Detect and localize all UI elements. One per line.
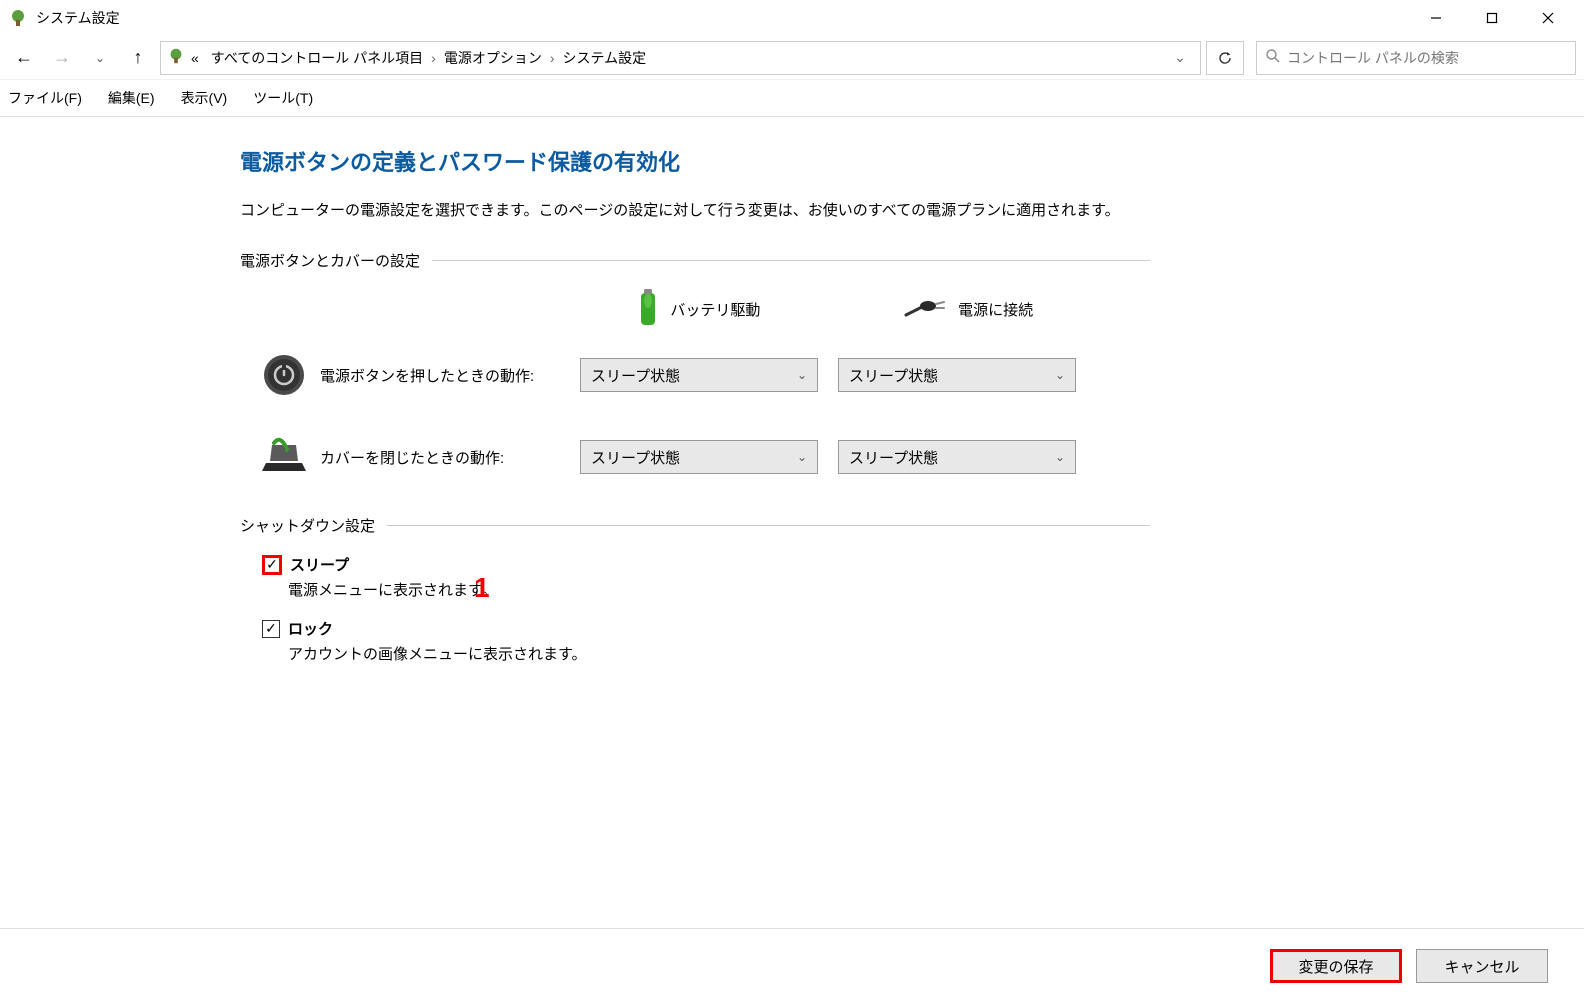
- breadcrumb-item[interactable]: システム設定: [557, 48, 653, 68]
- maximize-button[interactable]: [1464, 2, 1520, 34]
- close-lid-plugged-select[interactable]: スリープ状態 ⌄: [838, 440, 1076, 474]
- sleep-checkbox-label: スリープ: [290, 554, 349, 575]
- power-button-icon: [260, 351, 308, 399]
- app-icon: [8, 8, 28, 28]
- column-headers: バッテリ駆動 電源に接続: [240, 289, 1150, 329]
- chevron-right-icon: ›: [548, 50, 557, 66]
- select-value: スリープ状態: [849, 447, 938, 468]
- breadcrumb-item[interactable]: 電源オプション: [438, 48, 548, 68]
- back-button[interactable]: ←: [8, 42, 40, 74]
- minimize-button[interactable]: [1408, 2, 1464, 34]
- plug-icon: [904, 297, 948, 321]
- search-input[interactable]: [1287, 50, 1567, 66]
- search-icon: [1265, 48, 1281, 67]
- section-title: 電源ボタンとカバーの設定: [240, 250, 420, 271]
- page-description: コンピューターの電源設定を選択できます。このページの設定に対して行う変更は、お使…: [240, 197, 1140, 224]
- cancel-button[interactable]: キャンセル: [1416, 949, 1548, 983]
- breadcrumb-icon: [167, 47, 185, 68]
- divider: [387, 525, 1150, 526]
- refresh-button[interactable]: [1206, 41, 1244, 75]
- lock-checkbox-desc: アカウントの画像メニューに表示されます。: [288, 643, 1150, 664]
- select-value: スリープ状態: [591, 447, 680, 468]
- divider: [432, 260, 1150, 261]
- footer: 変更の保存 キャンセル: [0, 928, 1584, 1003]
- power-button-plugged-select[interactable]: スリープ状態 ⌄: [838, 358, 1076, 392]
- breadcrumb-dropdown[interactable]: ⌄: [1166, 49, 1194, 66]
- setting-row-power-button: 電源ボタンを押したときの動作: スリープ状態 ⌄ スリープ状態 ⌄: [260, 351, 1150, 399]
- window-title: システム設定: [36, 8, 1408, 28]
- content: 電源ボタンの定義とパスワード保護の有効化 コンピューターの電源設定を選択できます…: [0, 117, 1150, 664]
- titlebar: システム設定: [0, 0, 1584, 36]
- chevron-down-icon: ⌄: [797, 450, 807, 464]
- recent-button[interactable]: ⌄: [84, 42, 116, 74]
- close-lid-label: カバーを閉じたときの動作:: [320, 447, 580, 468]
- forward-button[interactable]: →: [46, 42, 78, 74]
- close-button[interactable]: [1520, 2, 1576, 34]
- laptop-icon: [260, 433, 308, 481]
- menu-view[interactable]: 表示(V): [177, 86, 232, 110]
- select-value: スリープ状態: [591, 365, 680, 386]
- lock-checkbox[interactable]: ✓: [262, 620, 280, 638]
- close-lid-battery-select[interactable]: スリープ状態 ⌄: [580, 440, 818, 474]
- save-button[interactable]: 変更の保存: [1270, 949, 1402, 983]
- up-button[interactable]: ↑: [122, 42, 154, 74]
- search-box[interactable]: [1256, 41, 1576, 75]
- chevron-down-icon: ⌄: [1055, 450, 1065, 464]
- menubar: ファイル(F) 編集(E) 表示(V) ツール(T): [0, 80, 1584, 117]
- section-title: シャットダウン設定: [240, 515, 375, 536]
- menu-edit[interactable]: 編集(E): [104, 86, 159, 110]
- breadcrumb[interactable]: « すべてのコントロール パネル項目 › 電源オプション › システム設定 ⌄: [160, 41, 1201, 75]
- breadcrumb-item[interactable]: すべてのコントロール パネル項目: [205, 48, 429, 68]
- column-battery-label: バッテリ駆動: [670, 299, 760, 320]
- section-header-buttons: 電源ボタンとカバーの設定: [240, 250, 1150, 271]
- battery-icon: [636, 289, 660, 329]
- checkbox-item-lock: ✓ ロック アカウントの画像メニューに表示されます。: [262, 618, 1150, 664]
- navbar: ← → ⌄ ↑ « すべてのコントロール パネル項目 › 電源オプション › シ…: [0, 36, 1584, 80]
- page-title: 電源ボタンの定義とパスワード保護の有効化: [240, 145, 1150, 177]
- power-button-label: 電源ボタンを押したときの動作:: [320, 365, 580, 386]
- breadcrumb-prefix[interactable]: «: [185, 50, 205, 66]
- menu-file[interactable]: ファイル(F): [4, 86, 86, 110]
- chevron-right-icon: ›: [429, 50, 438, 66]
- lock-checkbox-label: ロック: [288, 618, 333, 639]
- setting-row-close-lid: カバーを閉じたときの動作: スリープ状態 ⌄ スリープ状態 ⌄: [260, 433, 1150, 481]
- menu-tools[interactable]: ツール(T): [249, 86, 317, 110]
- sleep-checkbox[interactable]: ✓: [262, 555, 282, 575]
- power-button-battery-select[interactable]: スリープ状態 ⌄: [580, 358, 818, 392]
- sleep-checkbox-desc: 電源メニューに表示されます。: [288, 579, 1150, 600]
- checkbox-item-sleep: ✓ スリープ 電源メニューに表示されます。: [262, 554, 1150, 600]
- chevron-down-icon: ⌄: [1055, 368, 1065, 382]
- annotation-marker-1: 1: [474, 572, 490, 604]
- section-header-shutdown: シャットダウン設定: [240, 515, 1150, 536]
- select-value: スリープ状態: [849, 365, 938, 386]
- chevron-down-icon: ⌄: [797, 368, 807, 382]
- column-plugged-label: 電源に接続: [958, 299, 1033, 320]
